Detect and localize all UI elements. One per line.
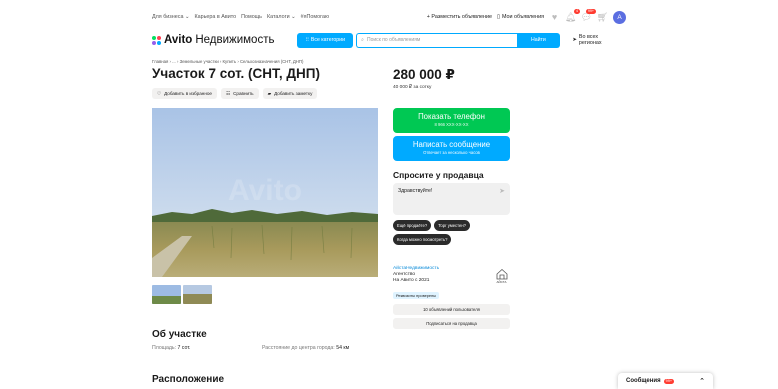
send-icon[interactable]: ➤	[499, 187, 505, 195]
write-message-button[interactable]: Написать сообщение Отвечает за несколько…	[393, 136, 510, 161]
search-placeholder: Поиск по объявлениям	[366, 37, 421, 43]
my-ads-link[interactable]: ▯ Мои объявления	[497, 14, 544, 20]
top-link-business[interactable]: Для бизнеса ⌄	[152, 14, 189, 20]
logo-brand: Avito	[164, 34, 193, 46]
distance-info: Расстояние до центра города: 54 км	[262, 345, 349, 351]
page: Для бизнеса ⌄ Карьера в Авито Помощь Кат…	[0, 0, 778, 389]
avatar[interactable]: A	[613, 10, 626, 24]
ask-seller-title: Спросите у продавца	[393, 170, 484, 180]
top-bar: Для бизнеса ⌄ Карьера в Авито Помощь Кат…	[152, 8, 626, 26]
message-count-badge: 99+	[585, 8, 596, 14]
top-link-help-tag[interactable]: #яПомогаю	[301, 14, 329, 20]
response-time: Отвечает за несколько часов	[423, 150, 480, 155]
quick-question-chip[interactable]: Торг уместен?	[434, 220, 470, 231]
verified-badge: Реквизиты проверены	[393, 292, 440, 299]
thumbnail-strip	[152, 285, 212, 304]
thumbnail-image	[152, 285, 181, 304]
post-ad-link[interactable]: + Разместить объявление	[427, 14, 492, 20]
thumbnail-1[interactable]	[152, 285, 181, 304]
top-links: Для бизнеса ⌄ Карьера в Авито Помощь Кат…	[152, 14, 329, 20]
search-input[interactable]: ⌕ Поиск по объявлениям	[356, 32, 517, 48]
all-categories-button[interactable]: ⁝⁝ Все категории	[297, 32, 354, 48]
add-note-button[interactable]: ▰ Добавить заметку	[262, 88, 318, 99]
messages-widget-label: Сообщения	[626, 378, 661, 384]
heart-icon: ♡	[157, 90, 162, 96]
top-right: + Разместить объявление ▯ Мои объявления…	[427, 8, 626, 24]
logo[interactable]: Avito Недвижимость	[152, 34, 297, 46]
all-categories-label: Все категории	[310, 37, 345, 43]
add-to-favorites-button[interactable]: ♡ Добавить в избранное	[152, 88, 217, 99]
messages-chat-icon[interactable]: 💬︎ 99+	[581, 8, 596, 23]
logo-section: Недвижимость	[195, 34, 275, 46]
quick-question-chip[interactable]: Когда можно посмотреть?	[393, 234, 452, 245]
quick-question-chip[interactable]: Ещё продаёте?	[393, 220, 432, 231]
phone-number-masked: 8 966 XXX-XX-XX	[434, 122, 469, 127]
thumbnail-2[interactable]	[183, 285, 212, 304]
location-arrow-icon: ➤	[572, 37, 577, 43]
notifications-bell-icon[interactable]: 🔔︎ 4	[565, 8, 580, 23]
page-title: Участок 7 сот. (СНТ, ДНП)	[152, 66, 320, 81]
price: 280 000 ₽	[393, 67, 455, 82]
seller-ads-button[interactable]: 10 объявлений пользователя	[393, 304, 510, 315]
compare-button[interactable]: ☷ Сравнить	[220, 88, 259, 99]
price-per-unit: 40 000 ₽ за сотку	[393, 85, 432, 90]
field-landscape-image: Avito	[152, 108, 378, 277]
region-label: Во всех регионах	[578, 34, 602, 46]
show-phone-button[interactable]: Показать телефон 8 966 XXX-XX-XX	[393, 108, 510, 133]
cart-icon[interactable]: 🛒︎	[597, 12, 608, 23]
note-icon: ▰	[267, 90, 272, 96]
about-section-title: Об участке	[152, 329, 207, 340]
distance-label: Расстояние до центра города:	[262, 345, 335, 351]
listing-photo[interactable]: Avito	[152, 108, 378, 277]
ask-seller-input[interactable]: Здравствуйте! ➤	[393, 183, 510, 215]
seller-info: АйстаНедвижимость Агентство На Авито с 2…	[393, 266, 439, 284]
notification-count-badge: 4	[574, 8, 580, 14]
top-link-career[interactable]: Карьера в Авито	[194, 14, 236, 20]
location-section-title: Расположение	[152, 374, 225, 385]
seller-since: На Авито с 2021	[393, 278, 430, 283]
header: Avito Недвижимость ⁝⁝ Все категории ⌕ По…	[152, 30, 622, 50]
breadcrumb[interactable]: Главная › ... › Земельные участки › Купи…	[152, 59, 303, 64]
favorites-heart-icon[interactable]: ♥	[549, 12, 560, 23]
top-link-catalogs[interactable]: Каталоги ⌄	[267, 14, 296, 20]
my-ads-label: Мои объявления	[501, 14, 544, 20]
compare-icon: ☷	[225, 90, 231, 96]
messages-widget-count: 99+	[663, 378, 675, 384]
seller-logo[interactable]: АЙСТА	[494, 268, 509, 286]
write-message-label: Написать сообщение	[412, 140, 491, 149]
quick-questions: Ещё продаёте? Торг уместен? Когда можно …	[393, 220, 513, 245]
area-info: Площадь: 7 сот.	[152, 345, 190, 351]
seller-logo-text: АЙСТА	[496, 280, 507, 284]
region-selector[interactable]: ➤ Во всех регионах	[572, 34, 622, 46]
messages-widget[interactable]: Сообщения 99+ ⌃	[618, 373, 713, 389]
distance-value: 54 км	[336, 345, 350, 351]
find-button[interactable]: Найти	[516, 32, 561, 48]
show-phone-label: Показать телефон	[418, 112, 485, 121]
ads-icon: ▯	[496, 14, 500, 20]
top-link-help[interactable]: Помощь	[241, 14, 262, 20]
avito-dots-icon	[152, 35, 161, 45]
photo-watermark: Avito	[228, 174, 302, 207]
subscribe-seller-button[interactable]: Подписаться на продавца	[393, 318, 510, 329]
add-note-label: Добавить заметку	[274, 91, 313, 96]
listing-actions: ♡ Добавить в избранное ☷ Сравнить ▰ Доба…	[152, 88, 318, 99]
house-logo-icon	[496, 268, 507, 280]
compare-label: Сравнить	[233, 91, 254, 96]
search-icon: ⌕	[361, 37, 364, 43]
add-to-favorites-label: Добавить в избранное	[164, 91, 212, 96]
grid-icon: ⁝⁝	[305, 37, 309, 43]
thumbnail-image	[183, 285, 212, 304]
area-label: Площадь:	[152, 345, 177, 351]
area-value: 7 сот.	[177, 345, 191, 351]
chevron-up-icon[interactable]: ⌃	[699, 377, 705, 385]
ask-seller-text: Здравствуйте!	[398, 188, 433, 194]
